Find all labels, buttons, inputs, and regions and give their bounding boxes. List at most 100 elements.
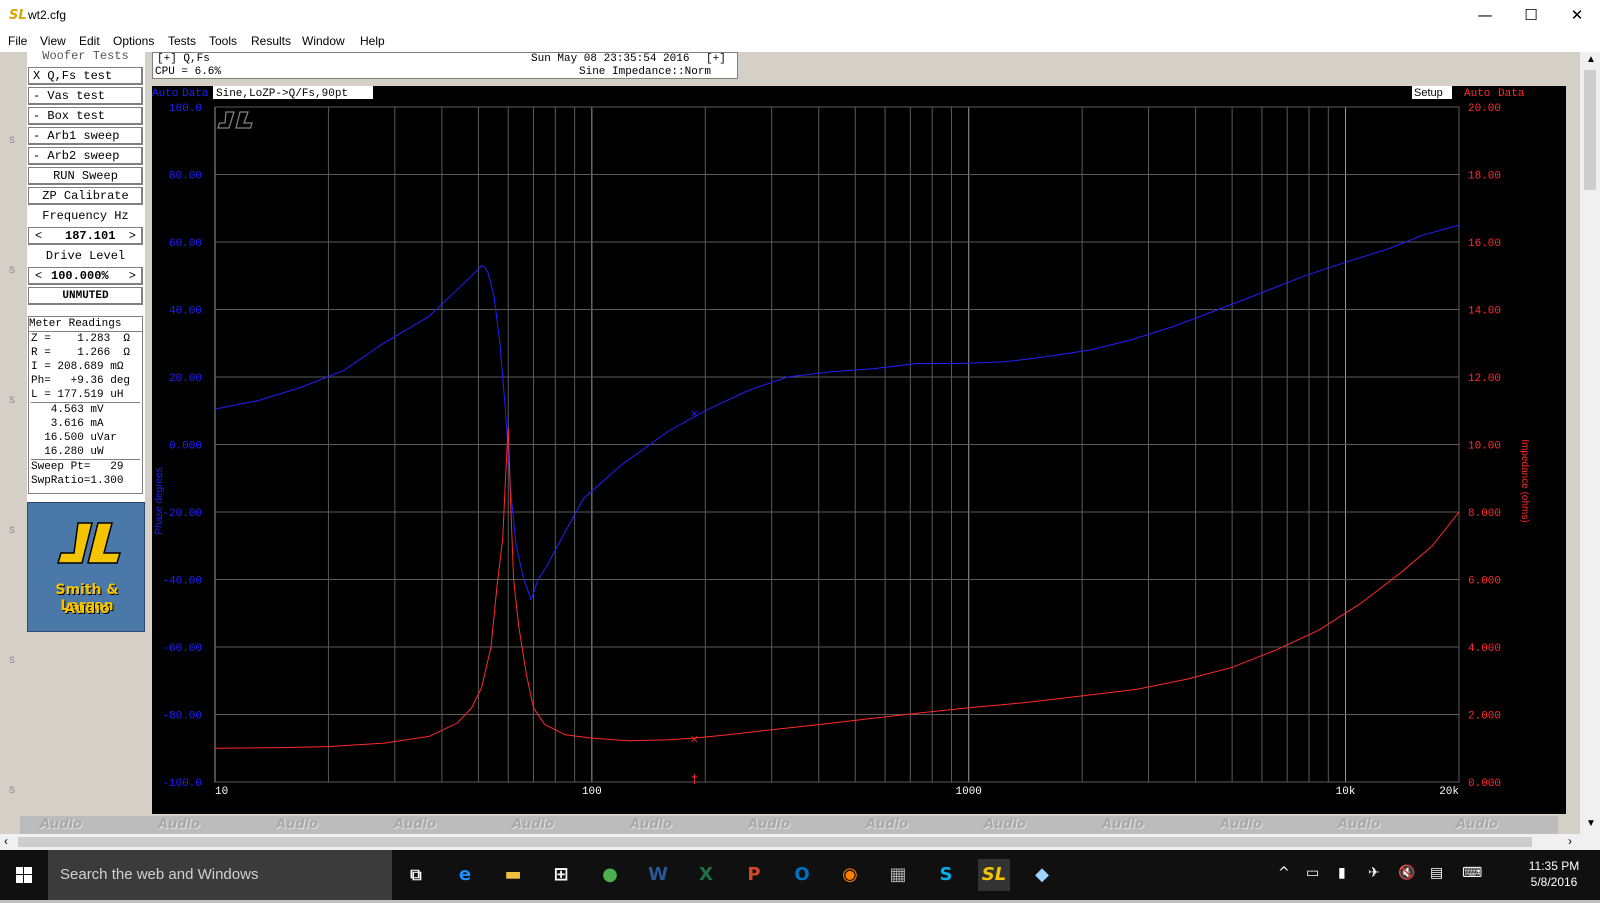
x-tick-label: 10k — [1336, 786, 1356, 798]
status-expand[interactable]: [+] — [706, 53, 726, 65]
vertical-scrollbar[interactable]: ▲ ▼ — [1580, 52, 1600, 834]
menu-tests[interactable]: Tests — [168, 34, 196, 48]
menu-help[interactable]: Help — [360, 34, 385, 48]
audio-watermark-text: Audio — [1220, 817, 1263, 832]
minimize-button[interactable]: — — [1462, 0, 1508, 32]
x-tick-label: 20k — [1439, 786, 1459, 798]
menu-results[interactable]: Results — [251, 34, 291, 48]
arb2-sweep-button[interactable]: - Arb2 sweep — [28, 147, 143, 165]
right-data-button[interactable]: Data — [1498, 88, 1525, 100]
close-button[interactable]: ✕ — [1554, 0, 1600, 32]
word-icon[interactable]: W — [642, 859, 674, 891]
scroll-up-icon[interactable]: ▲ — [1586, 54, 1596, 65]
impedance-series-line — [214, 427, 1460, 749]
vas-test-button[interactable]: - Vas test — [28, 87, 143, 105]
meter-readings: Meter Readings Z = 1.283 Ω R = 1.266 Ω I… — [28, 316, 143, 494]
network-icon[interactable]: ✈ — [1368, 865, 1380, 881]
menu-tools[interactable]: Tools — [209, 34, 237, 48]
clock-time: 11:35 PM — [1528, 859, 1580, 873]
meter-resistance: R = 1.266 Ω — [31, 347, 131, 359]
tray-display-icon[interactable]: ▭ — [1306, 865, 1319, 881]
vertical-scroll-thumb[interactable] — [1584, 70, 1596, 190]
skype-icon[interactable]: S — [930, 859, 962, 891]
status-qfs[interactable]: [+] Q,Fs — [157, 53, 210, 65]
clock-date: 5/8/2016 — [1530, 875, 1578, 889]
file-explorer-icon[interactable]: ▬ — [497, 859, 529, 891]
right-tick-label: 4.000 — [1468, 643, 1501, 655]
task-view-icon[interactable]: ⧉ — [400, 859, 432, 891]
meter-sweep-pt: Sweep Pt= 29 — [31, 461, 124, 473]
outlook-icon[interactable]: O — [786, 859, 818, 891]
cursor-marker: × — [690, 407, 699, 420]
powerpoint-icon[interactable]: P — [738, 859, 770, 891]
meter-phase: Ph= +9.36 deg — [31, 375, 131, 387]
misc-app-icon[interactable]: ◆ — [1026, 859, 1058, 891]
firefox-icon[interactable]: ◉ — [834, 859, 866, 891]
left-auto-button[interactable]: Auto — [152, 88, 178, 100]
graph-title: Sine,LoZP->Q/Fs,90pt — [216, 88, 348, 100]
windows-logo-icon — [16, 867, 32, 883]
excel-icon[interactable]: X — [690, 859, 722, 891]
frequency-decrement[interactable]: < — [35, 228, 42, 244]
arb1-sweep-button[interactable]: - Arb1 sweep — [28, 127, 143, 145]
left-data-button[interactable]: Data — [182, 88, 209, 100]
horizontal-scroll-thumb[interactable] — [18, 837, 1532, 847]
store-icon[interactable]: ⊞ — [545, 859, 577, 891]
zp-calibrate-button[interactable]: ZP Calibrate — [28, 187, 143, 205]
keyboard-icon[interactable]: ⌨ — [1462, 865, 1482, 881]
right-tick-label: 0.000 — [1468, 778, 1501, 790]
maximize-button[interactable]: ☐ — [1508, 0, 1554, 32]
frequency-stepper[interactable]: < 187.101 > — [28, 227, 143, 245]
mute-button[interactable]: UNMUTED — [28, 287, 143, 305]
menu-file[interactable]: File — [8, 34, 27, 48]
drive-increment[interactable]: > — [129, 268, 136, 284]
right-tick-label: 8.000 — [1468, 508, 1501, 520]
x-axis-ticks: 10 100 1000 10k 20k — [215, 786, 1459, 798]
right-tick-label: 16.00 — [1468, 238, 1501, 250]
chrome-icon[interactable]: ● — [594, 859, 626, 891]
taskbar-search[interactable]: Search the web and Windows — [48, 850, 392, 900]
run-sweep-button[interactable]: RUN Sweep — [28, 167, 143, 185]
sl-app-taskbar-icon[interactable]: SL — [978, 859, 1010, 891]
scroll-right-icon[interactable]: › — [1568, 834, 1572, 848]
x-tick-label: 1000 — [956, 786, 982, 798]
meter-var: 16.500 uVar — [31, 432, 117, 444]
scroll-down-icon[interactable]: ▼ — [1586, 818, 1596, 829]
box-test-button[interactable]: - Box test — [28, 107, 143, 125]
tray-chevron-icon[interactable]: ^ — [1278, 865, 1290, 881]
menu-view[interactable]: View — [40, 34, 66, 48]
right-tick-label: 18.00 — [1468, 171, 1501, 183]
left-tick-label: 60.00 — [169, 238, 202, 250]
menu-edit[interactable]: Edit — [79, 34, 100, 48]
phase-series-line — [214, 224, 1460, 602]
status-datetime: Sun May 08 23:35:54 2016 — [531, 53, 690, 65]
frequency-label: Frequency Hz — [28, 207, 143, 225]
notifications-icon[interactable]: ▤ — [1430, 865, 1443, 881]
frequency-increment[interactable]: > — [129, 228, 136, 244]
meter-amps: 3.616 mA — [31, 418, 104, 430]
left-tick-label: 100.0 — [169, 103, 202, 115]
edge-icon[interactable]: e — [449, 859, 481, 891]
cursor-marker: × — [690, 733, 699, 746]
horizontal-scrollbar[interactable]: ‹ › — [0, 834, 1600, 850]
setup-button[interactable]: Setup — [1414, 87, 1443, 99]
frequency-value: 187.101 — [65, 229, 116, 243]
qfs-test-button[interactable]: X Q,Fs test — [28, 67, 143, 85]
scroll-left-icon[interactable]: ‹ — [4, 834, 8, 848]
taskbar-clock[interactable]: 11:35 PM 5/8/2016 — [1519, 858, 1589, 890]
logo-text-line2: Audio — [64, 601, 110, 617]
meter-sweep-ratio: SwpRatio=1.300 — [31, 475, 124, 487]
battery-icon[interactable]: ▮ — [1338, 865, 1346, 881]
drive-level-stepper[interactable]: < 100.000% > — [28, 267, 143, 285]
drive-decrement[interactable]: < — [35, 268, 42, 284]
menu-window[interactable]: Window — [302, 34, 345, 48]
left-tick-label: -20.00 — [162, 508, 202, 520]
volume-muted-icon[interactable]: 🔇 — [1398, 865, 1415, 881]
start-button[interactable] — [0, 850, 48, 900]
chart-series: ×× — [214, 224, 1460, 784]
right-tick-label: 6.000 — [1468, 576, 1501, 588]
app-icon-grid[interactable]: ▦ — [882, 859, 914, 891]
left-tick-label: 40.00 — [169, 306, 202, 318]
right-auto-button[interactable]: Auto — [1464, 88, 1490, 100]
menu-options[interactable]: Options — [113, 34, 154, 48]
